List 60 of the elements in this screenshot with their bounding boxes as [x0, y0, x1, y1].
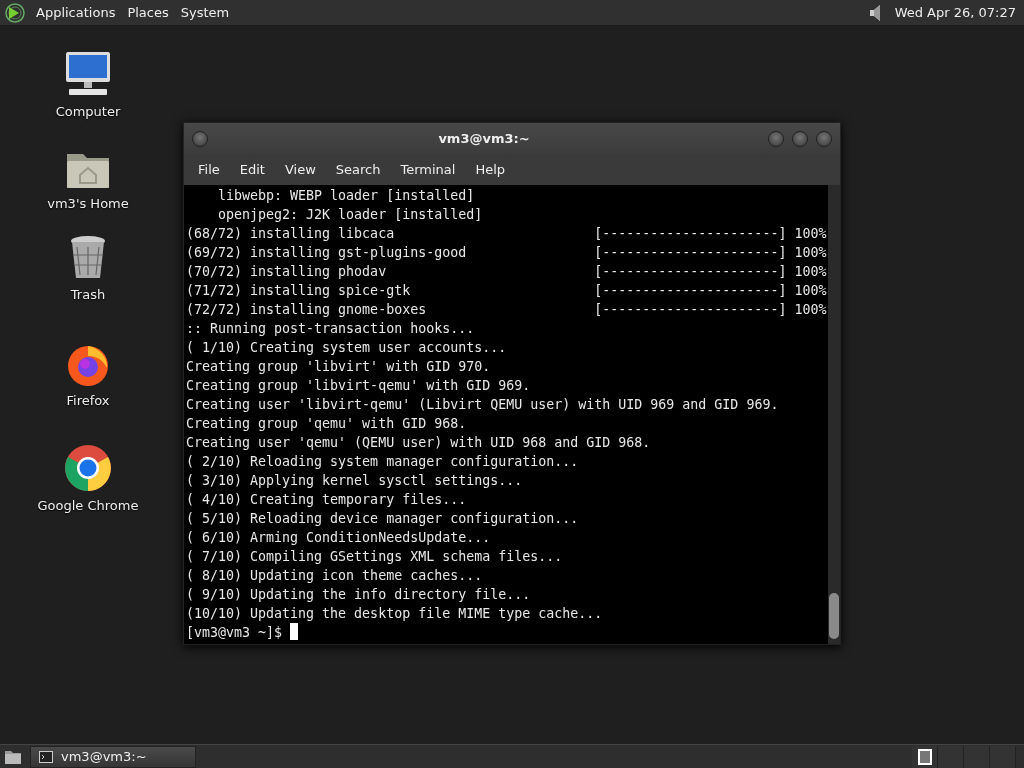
taskbar-window-button[interactable]: vm3@vm3:~ [30, 745, 196, 768]
terminal-line: (71/72) installing spice-gtk [186, 282, 412, 300]
menu-item[interactable]: View [274, 160, 326, 180]
window-title: vm3@vm3:~ [438, 131, 530, 147]
desktop-icon-label[interactable]: Firefox [66, 390, 110, 410]
terminal-line: ( 1/10) Creating system user accounts... [186, 340, 507, 355]
terminal-line: (68/72) installing libcaca [186, 225, 396, 243]
desktop-icon-label[interactable]: Computer [55, 102, 121, 122]
trash-icon[interactable] [69, 235, 107, 281]
chrome-icon[interactable] [64, 444, 112, 492]
terminal-line: Creating group 'qemu' with GID 968. [186, 416, 467, 431]
terminal-line: ( 7/10) Compiling GSettings XML schema files... [186, 549, 563, 564]
progress-text: [----------------------] 100% [594, 245, 827, 260]
terminal-line: Creating group 'libvirt-qemu' with GID 969. [186, 378, 531, 393]
terminal-line: ( 6/10) Arming ConditionNeedsUpdate... [186, 530, 491, 545]
text-cursor [290, 623, 299, 640]
progress-text: [----------------------] 100% [594, 283, 827, 298]
menu-item[interactable]: Terminal [390, 160, 466, 180]
progress-text: [----------------------] 100% [594, 264, 827, 279]
terminal-line: (70/72) installing phodav [186, 263, 388, 281]
terminal-line: Creating group 'libvirt' with GID 970. [186, 359, 491, 374]
terminal-line: openjpeg2: J2K loader [installed] [217, 207, 483, 222]
terminal-line: ( 9/10) Updating the info directory file... [186, 587, 531, 602]
menu-item[interactable]: Help [465, 160, 516, 180]
maximize-button[interactable] [792, 131, 808, 147]
terminal-icon [39, 750, 53, 763]
terminal-line: ( 4/10) Creating temporary files... [186, 492, 467, 507]
terminal-line: ( 3/10) Applying kernel sysctl settings... [186, 473, 523, 488]
menu-item[interactable]: Edit [229, 160, 275, 180]
shell-prompt: [vm3@vm3 ~]$ [186, 625, 284, 640]
progress-text: [----------------------] 100% [594, 226, 827, 241]
terminal-line: (10/10) Updating the desktop file MIME type cache... [186, 606, 603, 621]
minimize-button[interactable] [768, 131, 784, 147]
terminal-line: ( 2/10) Reloading system manager configuration... [186, 454, 579, 469]
menu-logo-icon[interactable] [4, 1, 26, 24]
terminal-line: ( 5/10) Reloading device manager configuration... [186, 511, 579, 526]
workspace[interactable] [912, 745, 938, 768]
terminal-line: (72/72) installing gnome-boxes [186, 301, 428, 319]
panel-menu[interactable]: Places [121, 2, 175, 23]
terminal-line: Creating user 'libvirt-qemu' (Libvirt QEMU user) with UID 969 and GID 969. [186, 397, 779, 412]
menu-item[interactable]: File [188, 160, 230, 180]
desktop-icon-label[interactable]: vm3's Home [47, 193, 129, 213]
computer-icon[interactable] [63, 50, 113, 98]
terminal-line: :: Running post-transaction hooks... [186, 321, 475, 336]
progress-text: [----------------------] 100% [594, 302, 827, 317]
scrollbar-thumb[interactable] [829, 593, 840, 639]
panel-menu[interactable]: System [174, 2, 236, 23]
terminal-line: ( 8/10) Updating icon theme caches... [186, 568, 483, 583]
terminal-line: libwebp: WEBP loader [installed] [217, 188, 475, 203]
terminal-line: (69/72) installing gst-plugins-good [186, 244, 468, 262]
scrollbar[interactable] [828, 185, 840, 644]
close-button[interactable] [816, 131, 832, 147]
menu-item[interactable]: Search [325, 160, 391, 180]
show-desktop-icon[interactable] [4, 748, 22, 765]
clock[interactable]: Wed Apr 26, 07:27 [894, 2, 1016, 23]
panel-menu[interactable]: Applications [30, 2, 122, 23]
desktop-icon-label[interactable]: Google Chrome [37, 496, 139, 516]
terminal-line: Creating user 'qemu' (QEMU user) with UID 968 and GID 968. [186, 435, 651, 450]
window-menu-button[interactable] [192, 131, 208, 147]
desktop-icon-label[interactable]: Trash [70, 285, 106, 305]
